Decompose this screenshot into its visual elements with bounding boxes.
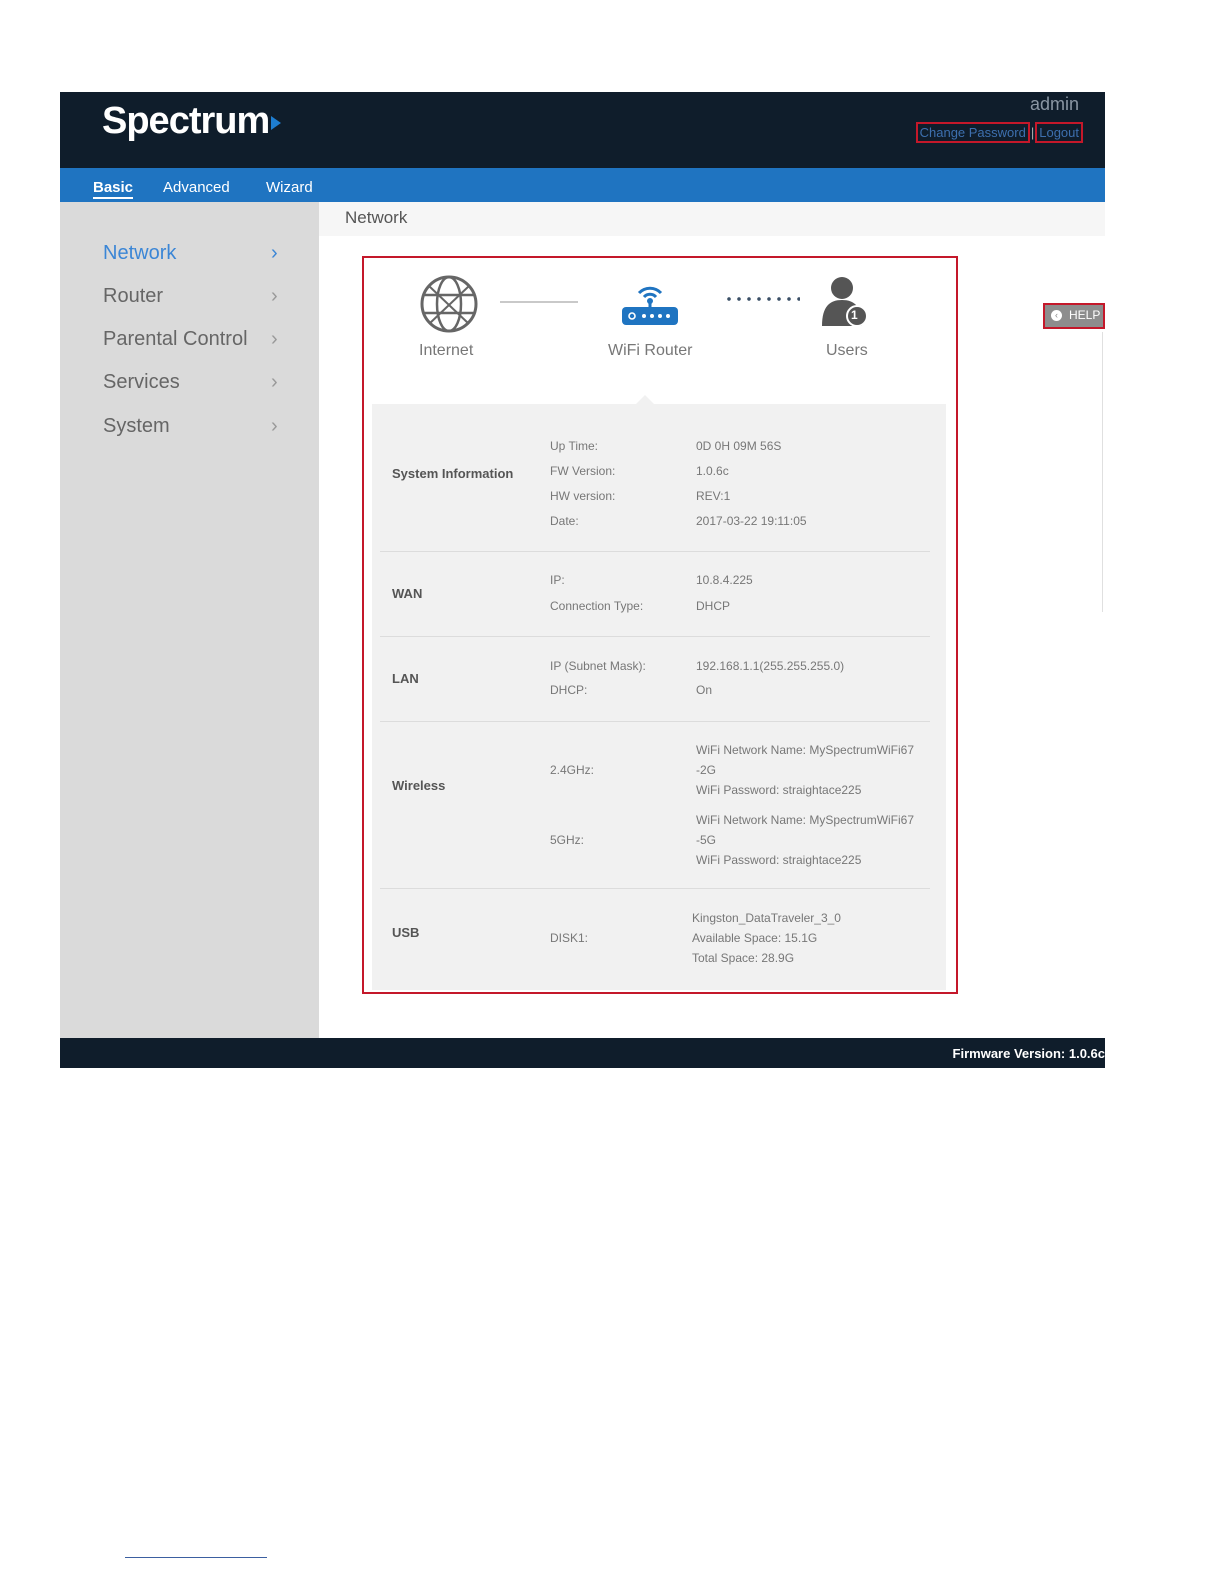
footnote-separator	[125, 1557, 267, 1558]
spectrum-logo: Spectrum	[102, 100, 282, 143]
section-title: Wireless	[392, 778, 446, 793]
user-icon	[822, 277, 868, 327]
sidebar-item-services[interactable]: Services ›	[103, 371, 283, 394]
sidebar-item-network[interactable]: Network ›	[103, 242, 283, 265]
band-5ghz-label: 5GHz:	[550, 833, 585, 847]
wifi-router-label: WiFi Router	[608, 342, 693, 359]
wifi-password-5ghz: WiFi Password: straightace225	[696, 853, 862, 867]
logo-text: Spectrum	[102, 100, 270, 142]
header: Spectrum admin Change Password | Logout	[60, 92, 1105, 168]
globe-icon	[420, 275, 478, 333]
logout-link[interactable]: Logout	[1035, 122, 1083, 143]
user-count-badge: 1	[851, 308, 858, 322]
section-title: System Information	[392, 466, 514, 481]
usb-section: USB DISK1: Kingston_DataTraveler_3_0 Ava…	[380, 889, 930, 985]
uptime-value: 0D 0H 09M 56S	[696, 439, 782, 453]
logo-arrow-icon	[271, 115, 282, 130]
help-label: HELP	[1069, 308, 1101, 322]
users-label: Users	[826, 342, 868, 359]
usb-available-space: Available Space: 15.1G	[692, 931, 818, 945]
connection-type-value: DHCP	[696, 599, 731, 613]
chevron-right-icon: ›	[271, 371, 278, 393]
lan-section: LAN IP (Subnet Mask): 192.168.1.1(255.25…	[380, 637, 930, 722]
help-icon: ‹	[1051, 310, 1062, 321]
chevron-right-icon: ›	[271, 242, 278, 264]
wifi-name-24ghz-suffix: -2G	[696, 763, 717, 777]
sidebar-item-system[interactable]: System ›	[103, 415, 283, 438]
chevron-right-icon: ›	[271, 328, 278, 350]
wifi-name-24ghz: WiFi Network Name: MySpectrumWiFi67	[696, 743, 915, 757]
lan-ip-label: IP (Subnet Mask):	[550, 659, 646, 673]
fw-version-label: FW Version:	[550, 464, 616, 478]
header-links: Change Password | Logout	[915, 122, 1083, 143]
router-admin-app: Spectrum admin Change Password | Logout Ba…	[60, 92, 1105, 1068]
uptime-label: Up Time:	[550, 439, 599, 453]
sidebar-item-router[interactable]: Router ›	[103, 285, 283, 308]
sidebar-item-label: System	[103, 415, 170, 437]
wifi-name-5ghz-suffix: -5G	[696, 833, 717, 847]
breadcrumb: Network	[319, 202, 1105, 236]
wifi-password-24ghz: WiFi Password: straightace225	[696, 783, 862, 797]
chevron-right-icon: ›	[271, 285, 278, 307]
dhcp-label: DHCP:	[550, 683, 588, 697]
content-divider	[1102, 332, 1103, 612]
help-button[interactable]: ‹ HELP	[1043, 303, 1105, 329]
wifi-name-5ghz: WiFi Network Name: MySpectrumWiFi67	[696, 813, 915, 827]
wan-ip-value: 10.8.4.225	[696, 573, 753, 587]
lan-ip-value: 192.168.1.1(255.255.255.0)	[696, 659, 845, 673]
footer: Firmware Version: 1.0.6c	[60, 1038, 1105, 1068]
tab-advanced[interactable]: Advanced	[163, 179, 230, 196]
section-title: WAN	[392, 586, 423, 601]
dhcp-value: On	[696, 683, 713, 697]
hw-version-value: REV:1	[696, 489, 731, 503]
status-details: System Information Up Time: 0D 0H 09M 56…	[372, 404, 946, 990]
usb-total-space: Total Space: 28.9G	[692, 951, 795, 965]
sidebar-item-label: Network	[103, 242, 177, 264]
pointer-notch	[636, 395, 654, 404]
wireless-dots	[724, 296, 800, 302]
main-nav: Basic Advanced Wizard	[60, 168, 1105, 202]
internet-label: Internet	[419, 342, 474, 359]
sidebar-item-label: Services	[103, 371, 180, 393]
section-title: LAN	[392, 671, 419, 686]
tab-wizard[interactable]: Wizard	[266, 179, 313, 196]
fw-version-value: 1.0.6c	[696, 464, 729, 478]
sidebar-item-label: Router	[103, 285, 164, 307]
date-label: Date:	[550, 514, 579, 528]
band-24ghz-label: 2.4GHz:	[550, 763, 595, 777]
wan-section: WAN IP: 10.8.4.225 Connection Type: DHCP	[380, 552, 930, 637]
section-title: USB	[392, 925, 420, 940]
sidebar: Network › Router › Parental Control › Servi…	[60, 202, 319, 1038]
system-information-section: System Information Up Time: 0D 0H 09M 56…	[380, 404, 930, 552]
wan-ip-label: IP:	[550, 573, 565, 587]
change-password-link[interactable]: Change Password	[915, 122, 1030, 143]
disk1-label: DISK1:	[550, 931, 589, 945]
main-content: Internet WiFi Router 1 Users System Info…	[319, 236, 1105, 1038]
sidebar-item-label: Parental Control	[103, 328, 248, 350]
date-value: 2017-03-22 19:11:05	[696, 514, 807, 528]
connection-type-label: Connection Type:	[550, 599, 644, 613]
network-status-panel: Internet WiFi Router 1 Users System Info…	[362, 256, 958, 994]
tab-basic[interactable]: Basic	[93, 179, 134, 199]
firmware-version: Firmware Version: 1.0.6c	[952, 1046, 1105, 1061]
connection-line	[500, 301, 578, 303]
wifi-router-icon	[622, 286, 678, 325]
username: admin	[1029, 94, 1079, 114]
breadcrumb-current: Network	[345, 208, 408, 227]
usb-device-name: Kingston_DataTraveler_3_0	[692, 911, 841, 925]
hw-version-label: HW version:	[550, 489, 616, 503]
wireless-section: Wireless 2.4GHz: WiFi Network Name: MySp…	[380, 722, 930, 889]
chevron-right-icon: ›	[271, 415, 278, 437]
sidebar-item-parental-control[interactable]: Parental Control ›	[103, 328, 283, 351]
